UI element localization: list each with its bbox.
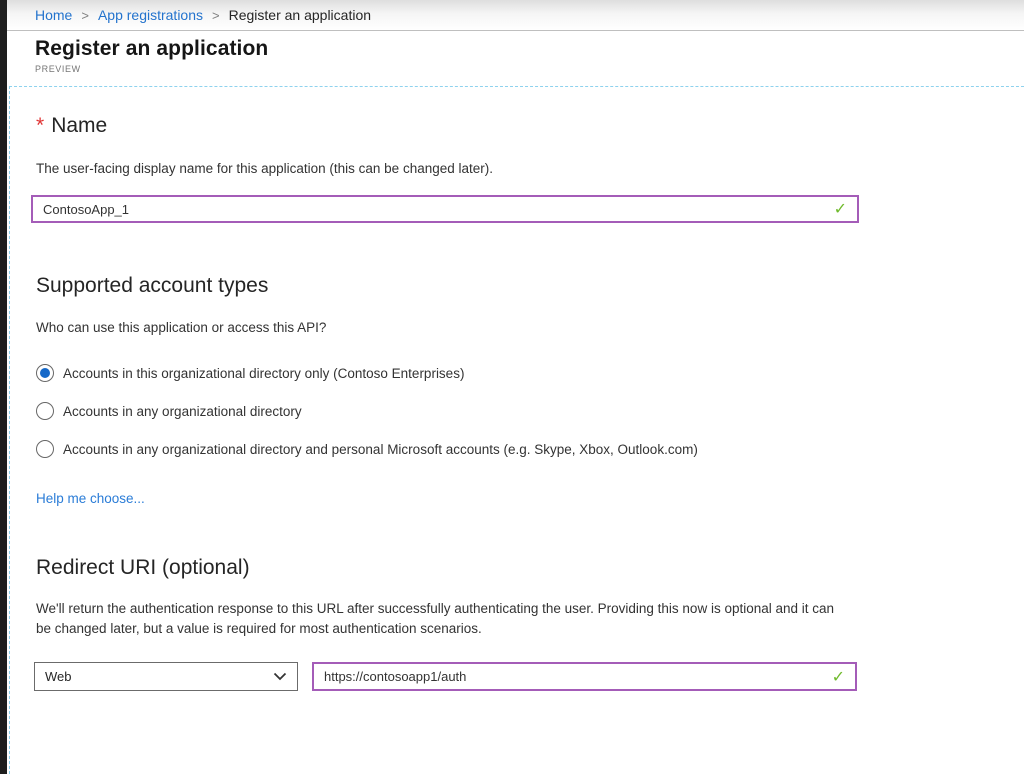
page-title: Register an application — [35, 37, 268, 61]
radio-option-label: Accounts in any organizational directory… — [63, 442, 698, 457]
left-dark-rail — [0, 0, 7, 774]
name-section-heading: * Name — [36, 114, 1024, 138]
radio-option-any-org-and-personal[interactable]: Accounts in any organizational directory… — [36, 440, 1024, 458]
redirect-uri-heading: Redirect URI (optional) — [36, 556, 1024, 580]
valid-check-icon: ✓ — [834, 199, 847, 219]
account-types-question: Who can use this application or access t… — [36, 318, 1024, 338]
account-types-heading: Supported account types — [36, 274, 1024, 298]
help-me-choose-link[interactable]: Help me choose... — [36, 491, 145, 506]
redirect-uri-input[interactable] — [324, 669, 824, 684]
redirect-platform-dropdown[interactable]: Web — [34, 662, 298, 691]
redirect-uri-row: Web ✓ — [34, 662, 1024, 691]
chevron-down-icon — [273, 672, 287, 681]
radio-button-icon[interactable] — [36, 440, 54, 458]
breadcrumb-separator: > — [212, 8, 220, 23]
app-name-input[interactable] — [43, 202, 826, 217]
valid-check-icon: ✓ — [832, 667, 845, 687]
breadcrumb: Home > App registrations > Register an a… — [0, 0, 1024, 31]
radio-option-label: Accounts in this organizational director… — [63, 366, 464, 381]
breadcrumb-separator: > — [81, 8, 89, 23]
radio-option-this-org-only[interactable]: Accounts in this organizational director… — [36, 364, 1024, 382]
app-name-field: ✓ — [31, 195, 859, 223]
name-description: The user-facing display name for this ap… — [36, 159, 1024, 179]
platform-selected-value: Web — [45, 669, 273, 684]
breadcrumb-home-link[interactable]: Home — [35, 7, 72, 23]
radio-option-any-org[interactable]: Accounts in any organizational directory — [36, 402, 1024, 420]
redirect-uri-description: We'll return the authentication response… — [36, 599, 841, 639]
register-application-form: * Name The user-facing display name for t… — [9, 86, 1024, 774]
preview-badge: PREVIEW — [35, 64, 268, 74]
breadcrumb-app-registrations-link[interactable]: App registrations — [98, 7, 203, 23]
breadcrumb-current-page: Register an application — [229, 7, 371, 23]
radio-button-icon[interactable] — [36, 402, 54, 420]
page-header: Register an application PREVIEW — [35, 37, 268, 74]
radio-button-icon[interactable] — [36, 364, 54, 382]
required-asterisk: * — [36, 114, 44, 137]
redirect-uri-field: ✓ — [312, 662, 857, 691]
name-heading-label: Name — [51, 114, 107, 137]
account-types-radio-group: Accounts in this organizational director… — [36, 364, 1024, 458]
radio-option-label: Accounts in any organizational directory — [63, 404, 302, 419]
